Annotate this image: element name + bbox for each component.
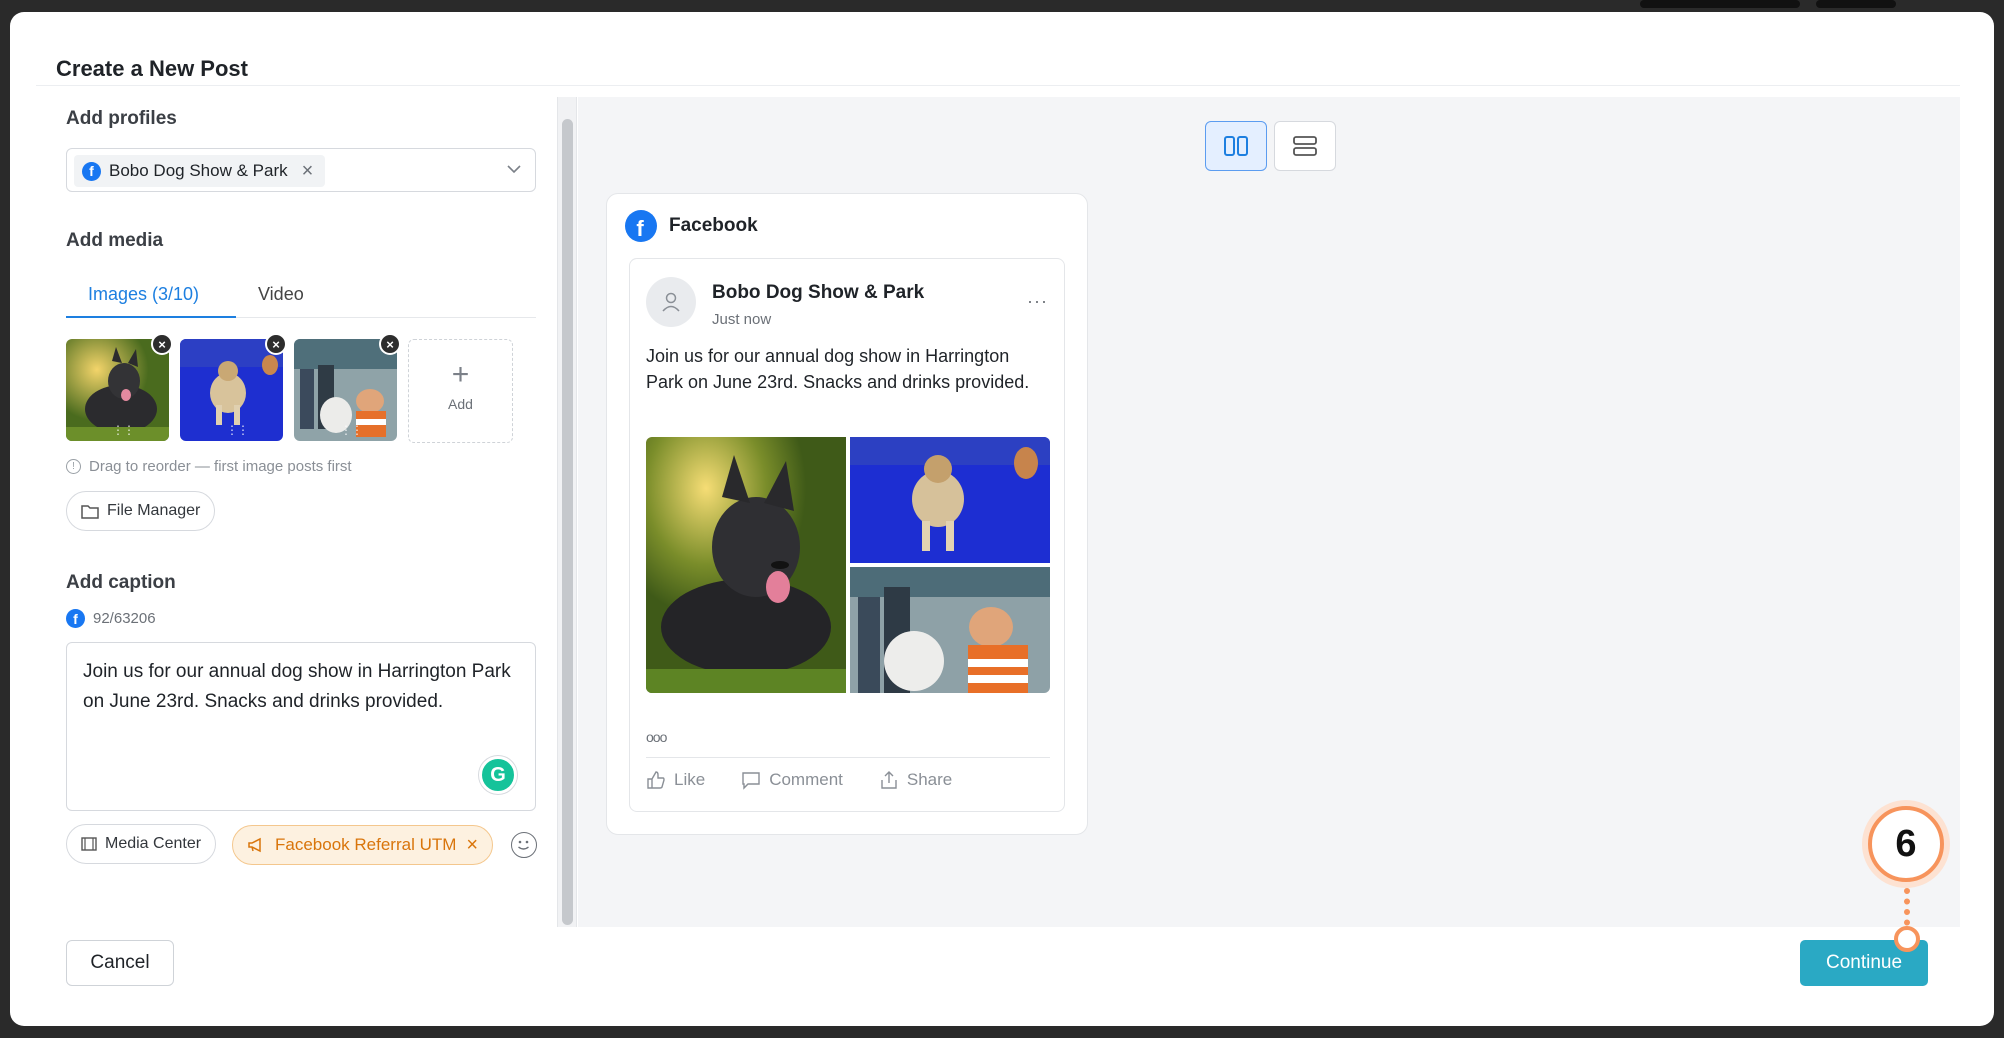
remove-image-icon[interactable]: ×	[379, 333, 401, 355]
scrollbar[interactable]	[557, 97, 577, 927]
preview-card-header: f Facebook	[625, 210, 758, 242]
avatar	[646, 277, 696, 327]
scrollbar-thumb[interactable]	[562, 119, 573, 925]
caption-count-text: 92/63206	[93, 610, 156, 627]
file-manager-button[interactable]: File Manager	[66, 491, 216, 531]
side-by-side-view-toggle[interactable]	[1205, 121, 1267, 171]
post-preview: Bobo Dog Show & Park Just now ··· Join u…	[629, 258, 1065, 812]
active-tab-indicator	[66, 316, 236, 318]
media-center-label: Media Center	[105, 835, 202, 852]
cancel-button[interactable]: Cancel	[66, 940, 174, 986]
drag-handle-icon[interactable]: ⋮⋮	[340, 423, 363, 437]
post-timestamp: Just now	[712, 311, 772, 328]
chevron-down-icon[interactable]	[507, 162, 521, 176]
modal-title: Create a New Post	[56, 56, 248, 81]
facebook-preview-card: f Facebook Bobo Dog Show & Park Just now…	[606, 193, 1088, 835]
add-media-label: Add media	[66, 230, 164, 251]
file-manager-label: File Manager	[107, 502, 201, 519]
like-label: Like	[674, 770, 706, 789]
facebook-logo-icon: f	[625, 210, 657, 242]
emoji-icon[interactable]	[511, 832, 537, 858]
comment-icon	[742, 772, 760, 790]
facebook-icon: f	[82, 161, 101, 181]
divider	[36, 85, 1960, 86]
megaphone-icon	[248, 837, 261, 853]
more-options-icon[interactable]: ···	[1027, 291, 1048, 312]
step-badge: 6	[1868, 806, 1944, 882]
comment-button[interactable]: Comment	[741, 770, 843, 790]
post-reactions: ooo	[646, 729, 667, 745]
add-media-button[interactable]: + Add	[408, 339, 513, 443]
drag-handle-icon[interactable]: ⋮⋮	[112, 423, 135, 437]
profile-select[interactable]: f Bobo Dog Show & Park ×	[66, 148, 536, 192]
post-author: Bobo Dog Show & Park	[712, 282, 925, 303]
caption-counter: f 92/63206	[66, 609, 156, 628]
remove-image-icon[interactable]: ×	[265, 333, 287, 355]
stacked-view-toggle[interactable]	[1274, 121, 1336, 171]
tab-images[interactable]: Images (3/10)	[88, 284, 199, 305]
tab-video[interactable]: Video	[258, 284, 304, 305]
thumbs-up-icon	[647, 771, 665, 789]
share-label: Share	[906, 770, 953, 789]
info-icon: !	[66, 459, 81, 474]
remove-profile-icon[interactable]: ×	[302, 160, 314, 183]
post-image-grid	[646, 437, 1050, 693]
utm-chip[interactable]: Facebook Referral UTM ×	[232, 825, 494, 865]
utm-label: Facebook Referral UTM	[275, 835, 457, 854]
post-text: Join us for our annual dog show in Harri…	[646, 346, 1030, 392]
film-icon	[81, 837, 97, 851]
profile-chip-label: Bobo Dog Show & Park	[109, 161, 288, 180]
media-thumbnail[interactable]: ⋮⋮	[66, 339, 169, 441]
reorder-hint: ! Drag to reorder — first image posts fi…	[66, 458, 352, 475]
add-media-label: Add	[448, 396, 473, 412]
comment-label: Comment	[769, 770, 843, 789]
remove-utm-icon[interactable]: ×	[466, 834, 478, 857]
drag-handle-icon[interactable]: ⋮⋮	[226, 423, 249, 437]
media-center-button[interactable]: Media Center	[66, 824, 217, 864]
facebook-icon: f	[66, 609, 85, 628]
grammarly-icon[interactable]: G	[479, 756, 517, 794]
caption-textarea[interactable]: Join us for our annual dog show in Harri…	[66, 642, 536, 811]
user-icon	[662, 292, 680, 312]
add-profiles-label: Add profiles	[66, 108, 177, 129]
media-thumbnail[interactable]: ⋮⋮	[180, 339, 283, 441]
media-tabs: Images (3/10) Video	[66, 272, 536, 318]
post-actions: Like Comment Share	[646, 757, 1050, 790]
background-element	[1640, 0, 1800, 8]
media-thumbnail[interactable]: ⋮⋮	[294, 339, 397, 441]
share-icon	[881, 771, 897, 789]
reorder-hint-text: Drag to reorder — first image posts firs…	[89, 458, 352, 475]
preview-network-label: Facebook	[669, 215, 758, 236]
add-caption-label: Add caption	[66, 572, 176, 593]
like-button[interactable]: Like	[646, 770, 705, 790]
step-target-dot	[1894, 926, 1920, 952]
share-button[interactable]: Share	[879, 770, 952, 790]
background-element	[1816, 0, 1896, 8]
columns-icon	[1224, 136, 1248, 156]
remove-image-icon[interactable]: ×	[151, 333, 173, 355]
caption-text: Join us for our annual dog show in Harri…	[83, 661, 511, 712]
profile-chip: f Bobo Dog Show & Park ×	[74, 155, 326, 187]
rows-icon	[1293, 136, 1317, 156]
folder-icon	[81, 505, 99, 519]
plus-icon: +	[451, 358, 470, 391]
